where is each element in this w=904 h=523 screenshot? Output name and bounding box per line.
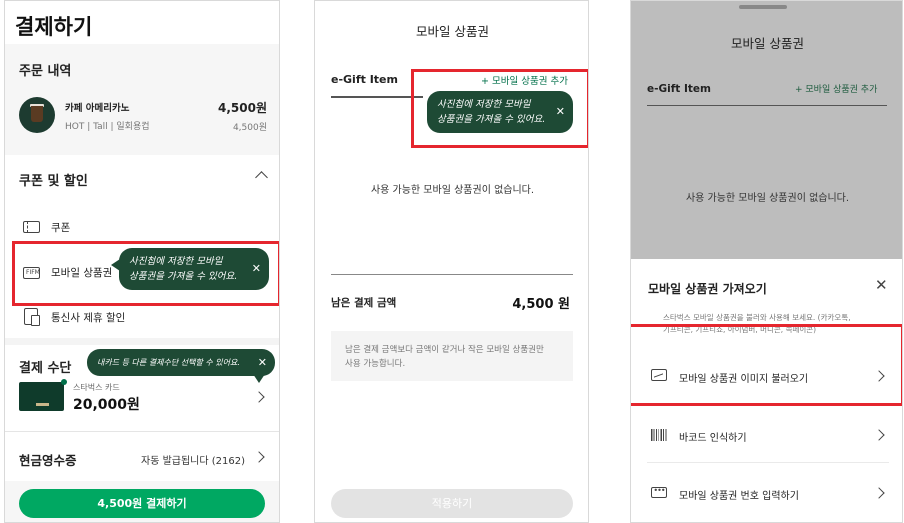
sheet-handle[interactable] <box>739 5 787 9</box>
usage-note: 남은 결제 금액보다 금액이 같거나 작은 모바일 상품권만 사용 가능합니다. <box>331 331 573 381</box>
page-title: 결제하기 <box>15 15 93 39</box>
add-mobile-gift-link[interactable]: + 모바일 상품권 추가 <box>795 82 877 95</box>
coupon-row-label[interactable]: 쿠폰 <box>51 220 70 235</box>
close-icon[interactable]: ✕ <box>875 276 888 294</box>
starbucks-card-image <box>19 382 64 411</box>
card-balance: 20,000원 <box>73 397 140 413</box>
collapse-chevron-icon[interactable] <box>255 171 268 184</box>
mobile-gift-screen: 모바일 상품권 e-Gift Item + 모바일 상품권 추가 사진첩에 저장… <box>314 0 589 523</box>
divider <box>331 274 573 275</box>
enter-number-option[interactable]: 모바일 상품권 번호 입력하기 <box>679 487 799 502</box>
phone-icon <box>24 308 40 326</box>
coupon-section-title: 쿠폰 및 할인 <box>19 174 88 189</box>
payment-section-title: 결제 수단 <box>19 361 72 376</box>
sheet-title: 모바일 상품권 가져오기 <box>648 282 767 296</box>
highlight-box <box>631 324 902 406</box>
coffee-thumbnail <box>19 97 55 133</box>
note-line-1: 남은 결제 금액보다 금액이 같거나 작은 모바일 상품권만 <box>345 345 544 355</box>
receipt-title: 현금영수증 <box>19 453 77 468</box>
note-line-2: 사용 가능합니다. <box>345 359 406 369</box>
empty-state-text: 사용 가능한 모바일 상품권이 없습니다. <box>685 193 850 204</box>
receipt-value[interactable]: 자동 발급됩니다 (2162) <box>141 452 245 467</box>
order-item-price-sub: 4,500원 <box>232 123 267 133</box>
order-item-name: 카페 아메리카노 <box>65 103 130 114</box>
composite-canvas: 결제하기 주문 내역 카페 아메리카노 HOT | Tall | 일회용컵 4,… <box>0 0 904 523</box>
import-gift-sheet-screen: 모바일 상품권 e-Gift Item + 모바일 상품권 추가 사용 가능한 … <box>630 0 903 523</box>
card-name: 스타벅스 카드 <box>73 383 120 392</box>
highlight-box <box>12 241 279 306</box>
egift-underline <box>331 96 423 98</box>
tooltip-text: 내카드 등 다른 결제수단 선택할 수 있어요. <box>97 358 240 367</box>
barcode-icon <box>651 429 667 441</box>
order-item-options: HOT | Tall | 일회용컵 <box>65 122 150 132</box>
order-summary: 주문 내역 카페 아메리카노 HOT | Tall | 일회용컵 4,500원 … <box>5 44 279 155</box>
chevron-right-icon[interactable] <box>253 391 265 403</box>
remaining-amount-value: 4,500 원 <box>512 297 570 312</box>
section-divider <box>5 338 279 345</box>
keypad-icon: ••• <box>651 487 667 498</box>
highlight-box <box>411 69 588 148</box>
remaining-amount-label: 남은 결제 금액 <box>331 297 397 309</box>
card-badge-icon <box>61 379 67 385</box>
checkout-screen: 결제하기 주문 내역 카페 아메리카노 HOT | Tall | 일회용컵 4,… <box>4 0 280 523</box>
payment-tooltip: 내카드 등 다른 결제수단 선택할 수 있어요. ✕ <box>87 349 275 376</box>
telco-discount-row-label[interactable]: 통신사 제휴 할인 <box>51 310 125 325</box>
apply-button[interactable]: 적용하기 <box>331 489 573 518</box>
screen-title: 모바일 상품권 <box>731 36 804 51</box>
ticket-icon <box>23 221 40 233</box>
empty-state-text: 사용 가능한 모바일 상품권이 없습니다. <box>370 185 535 196</box>
egift-label: e-Gift Item <box>331 73 398 86</box>
desc-line-1: 스타벅스 모바일 상품권을 불러와 사용해 보세요. (카카오톡, <box>663 313 851 322</box>
divider <box>5 431 279 432</box>
screen-title: 모바일 상품권 <box>416 24 489 39</box>
order-item-price: 4,500원 <box>218 101 267 115</box>
pay-button[interactable]: 4,500원 결제하기 <box>19 489 265 518</box>
order-section-title: 주문 내역 <box>19 64 72 79</box>
tooltip-arrow <box>253 374 265 383</box>
close-icon[interactable]: ✕ <box>258 355 267 370</box>
egift-label: e-Gift Item <box>647 83 711 95</box>
divider <box>647 462 889 463</box>
barcode-scan-option[interactable]: 바코드 인식하기 <box>679 429 747 444</box>
divider <box>647 105 887 106</box>
chevron-right-icon[interactable] <box>253 451 265 463</box>
